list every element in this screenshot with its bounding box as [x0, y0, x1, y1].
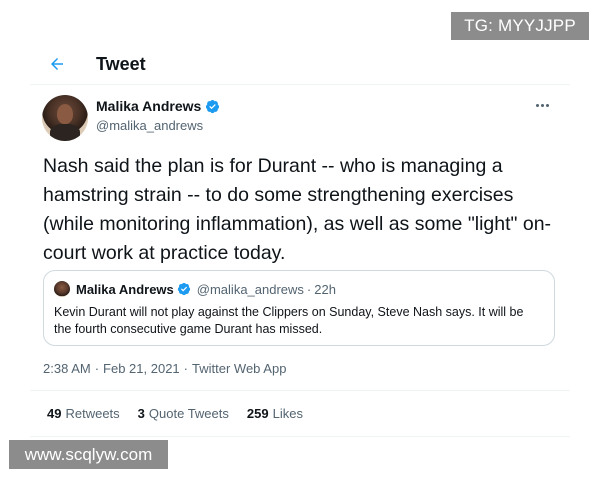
author-name[interactable]: Malika Andrews: [96, 98, 201, 114]
likes-label: Likes: [272, 406, 303, 421]
tweet-date[interactable]: Feb 21, 2021: [103, 361, 180, 376]
quote-separator: ·: [306, 281, 312, 297]
divider: [30, 390, 570, 391]
quote-timestamp: 22h: [314, 281, 336, 297]
verified-badge-icon: [206, 99, 220, 113]
more-dots-icon: [540, 103, 544, 107]
quote-tweets-count: 3: [137, 406, 145, 421]
divider: [30, 436, 570, 437]
watermark-top: TG: MYYJJPP: [451, 12, 589, 40]
divider: [30, 84, 570, 85]
quote-tweets-stat[interactable]: 3 Quote Tweets: [138, 406, 229, 421]
retweets-stat[interactable]: 49 Retweets: [47, 406, 120, 421]
retweets-count: 49: [47, 406, 62, 421]
avatar-body: [50, 124, 80, 141]
avatar[interactable]: [42, 95, 88, 141]
author-row: Malika Andrews @malika_andrews: [42, 95, 562, 141]
meta-separator: ·: [94, 361, 100, 376]
quote-author-name: Malika Andrews: [76, 281, 174, 297]
author-name-line: Malika Andrews: [96, 98, 220, 114]
tweet-source[interactable]: Twitter Web App: [192, 361, 286, 376]
verified-badge-icon: [177, 282, 190, 296]
likes-stat[interactable]: 259 Likes: [247, 406, 303, 421]
author-handle[interactable]: @malika_andrews: [96, 118, 220, 133]
tweet-page: TG: MYYJJPP Tweet Malika Andrews @malika…: [0, 0, 600, 480]
page-title: Tweet: [96, 53, 146, 74]
author-info: Malika Andrews @malika_andrews: [96, 98, 220, 133]
tweet-header: Tweet: [30, 46, 570, 82]
likes-count: 259: [246, 406, 269, 421]
quote-avatar: [54, 281, 70, 297]
meta-separator: ·: [183, 361, 189, 376]
quoted-tweet[interactable]: Malika Andrews @malika_andrews · 22h Kev…: [43, 270, 555, 346]
back-button[interactable]: [42, 49, 72, 79]
tweet-stats: 49 Retweets 3 Quote Tweets 259 Likes: [47, 406, 321, 421]
quote-author-handle: @malika_andrews: [196, 281, 304, 297]
more-dots-icon: [535, 103, 539, 107]
tweet-time[interactable]: 2:38 AM: [43, 361, 91, 376]
retweets-label: Retweets: [65, 406, 120, 421]
tweet-meta: 2:38 AM · Feb 21, 2021 · Twitter Web App: [43, 361, 286, 376]
more-dots-icon: [545, 103, 549, 107]
arrow-left-icon: [51, 58, 63, 70]
quote-tweets-label: Quote Tweets: [148, 406, 229, 421]
quote-header: Malika Andrews @malika_andrews · 22h: [54, 281, 336, 297]
avatar-face: [57, 104, 73, 124]
watermark-bottom: www.scqlyw.com: [9, 440, 168, 469]
more-options-button[interactable]: [530, 97, 554, 113]
tweet-text: Nash said the plan is for Durant -- who …: [43, 155, 552, 264]
quote-text: Kevin Durant will not play against the C…: [54, 305, 524, 336]
